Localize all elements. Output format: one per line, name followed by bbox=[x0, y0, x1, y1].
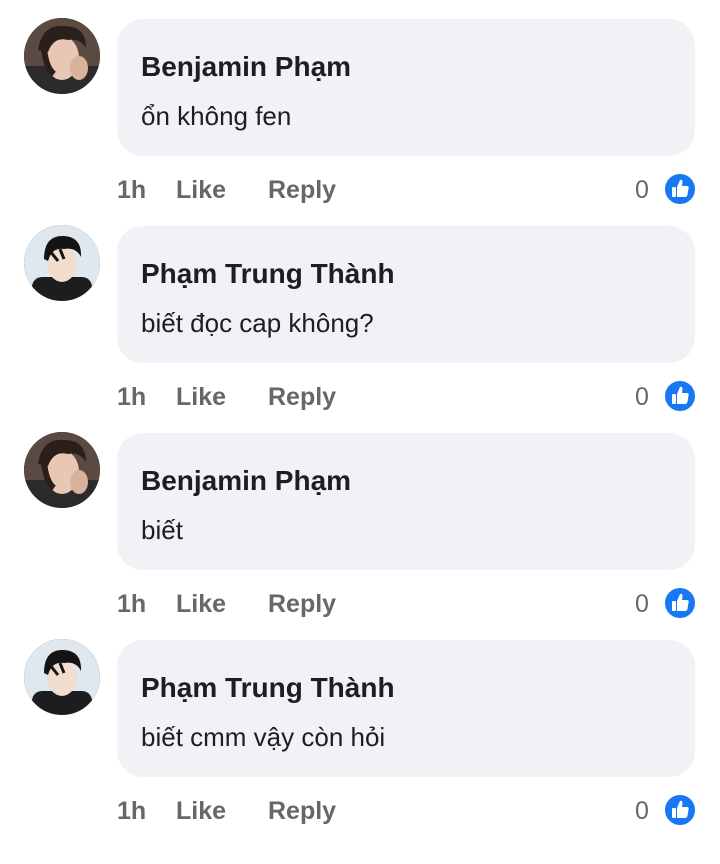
like-thumb-icon[interactable] bbox=[663, 379, 697, 413]
like-thumb-icon[interactable] bbox=[663, 586, 697, 620]
reaction-count[interactable]: 0 bbox=[635, 379, 649, 415]
comment-actions: 1h Like Reply 0 bbox=[117, 379, 697, 415]
comment-author[interactable]: Phạm Trung Thành bbox=[141, 670, 395, 706]
like-button[interactable]: Like bbox=[176, 379, 226, 415]
reaction-count[interactable]: 0 bbox=[635, 172, 649, 208]
like-button[interactable]: Like bbox=[176, 793, 226, 829]
comment-bubble: Benjamin Phạm ổn không fen bbox=[117, 19, 695, 156]
comment-text: ổn không fen bbox=[141, 101, 292, 131]
comment-author[interactable]: Benjamin Phạm bbox=[141, 49, 351, 85]
comment-item: Phạm Trung Thành biết đọc cap không? 1h … bbox=[0, 207, 720, 414]
comment-author[interactable]: Benjamin Phạm bbox=[141, 463, 351, 499]
reaction-count[interactable]: 0 bbox=[635, 586, 649, 622]
comment-bubble: Phạm Trung Thành biết cmm vậy còn hỏi bbox=[117, 640, 695, 777]
comment-actions: 1h Like Reply 0 bbox=[117, 172, 697, 208]
comment-actions: 1h Like Reply 0 bbox=[117, 586, 697, 622]
like-button[interactable]: Like bbox=[176, 586, 226, 622]
reply-button[interactable]: Reply bbox=[268, 379, 336, 415]
comment-actions: 1h Like Reply 0 bbox=[117, 793, 697, 829]
comment-item: Benjamin Phạm ổn không fen 1h Like Reply… bbox=[0, 0, 720, 207]
comment-time[interactable]: 1h bbox=[117, 379, 146, 415]
comment-item: Benjamin Phạm biết 1h Like Reply 0 bbox=[0, 414, 720, 621]
reply-button[interactable]: Reply bbox=[268, 586, 336, 622]
reply-button[interactable]: Reply bbox=[268, 172, 336, 208]
comment-bubble: Phạm Trung Thành biết đọc cap không? bbox=[117, 226, 695, 363]
avatar[interactable] bbox=[24, 18, 100, 94]
like-button[interactable]: Like bbox=[176, 172, 226, 208]
comment-item: Phạm Trung Thành biết cmm vậy còn hỏi 1h… bbox=[0, 621, 720, 828]
comment-bubble: Benjamin Phạm biết bbox=[117, 433, 695, 570]
reply-button[interactable]: Reply bbox=[268, 793, 336, 829]
comment-text: biết bbox=[141, 515, 183, 545]
avatar[interactable] bbox=[24, 639, 100, 715]
comment-text: biết cmm vậy còn hỏi bbox=[141, 722, 386, 752]
comment-time[interactable]: 1h bbox=[117, 172, 146, 208]
comment-time[interactable]: 1h bbox=[117, 793, 146, 829]
comment-text: biết đọc cap không? bbox=[141, 308, 374, 338]
avatar-photo-a bbox=[24, 432, 100, 508]
reaction-count[interactable]: 0 bbox=[635, 793, 649, 829]
avatar[interactable] bbox=[24, 432, 100, 508]
like-thumb-icon[interactable] bbox=[663, 172, 697, 206]
comment-author[interactable]: Phạm Trung Thành bbox=[141, 256, 395, 292]
like-thumb-icon[interactable] bbox=[663, 793, 697, 827]
avatar-photo-b bbox=[24, 639, 100, 715]
comment-time[interactable]: 1h bbox=[117, 586, 146, 622]
avatar-photo-a bbox=[24, 18, 100, 94]
avatar[interactable] bbox=[24, 225, 100, 301]
avatar-photo-b bbox=[24, 225, 100, 301]
